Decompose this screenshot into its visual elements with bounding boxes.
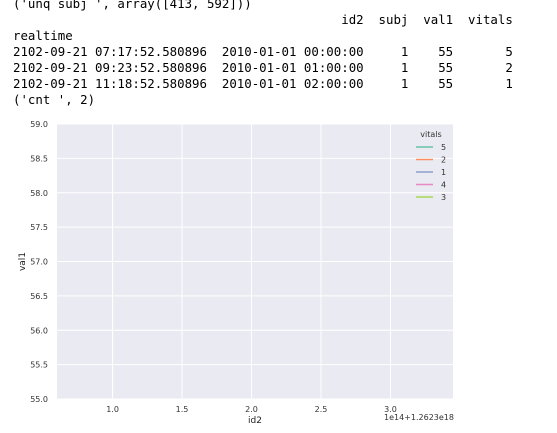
x-tick-label: 1.0: [106, 405, 119, 414]
legend-entry: 5: [441, 143, 446, 152]
legend-entry: 2: [441, 156, 446, 165]
y-tick-label: 57.5: [30, 223, 48, 232]
line-chart: 55.0 55.5 56.0 56.5 57.0 57.5 58.0 58.5 59.0 1.0 1…: [18, 120, 454, 426]
y-tick-label: 55.0: [30, 395, 48, 404]
y-tick-label: 57.0: [30, 258, 48, 267]
table-index-name: realtime: [13, 28, 73, 43]
unq-subj-output: ('unq subj ', array([413, 592])): [13, 0, 252, 11]
legend-entry: 4: [441, 181, 446, 190]
y-axis-label: val1: [18, 252, 28, 271]
legend-title: vitals: [420, 130, 441, 139]
y-tick-label: 56.5: [30, 292, 48, 301]
y-tick-label: 58.0: [30, 189, 48, 198]
x-tick-label: 2.0: [245, 405, 258, 414]
x-tick-label: 2.5: [315, 405, 328, 414]
y-tick-label: 59.0: [30, 120, 48, 129]
x-axis-label: id2: [248, 416, 262, 426]
y-tick-label: 55.5: [30, 361, 48, 370]
x-tick-label: 1.5: [176, 405, 189, 414]
legend-entry: 1: [441, 168, 446, 177]
table-row: 2102-09-21 11:18:52.580896 2010-01-01 02…: [13, 76, 513, 91]
table-row: 2102-09-21 09:23:52.580896 2010-01-01 01…: [13, 60, 513, 75]
table-row: 2102-09-21 07:17:52.580896 2010-01-01 00…: [13, 44, 513, 59]
cnt-output: ('cnt ', 2): [13, 92, 96, 107]
y-tick-label: 56.0: [30, 326, 48, 335]
y-tick-label: 58.5: [30, 154, 48, 163]
x-axis-offset-label: 1e14+1.2623e18: [384, 413, 454, 422]
table-header-row: id2 subj val1 vitals: [13, 12, 513, 27]
legend-entry: 3: [441, 193, 446, 202]
